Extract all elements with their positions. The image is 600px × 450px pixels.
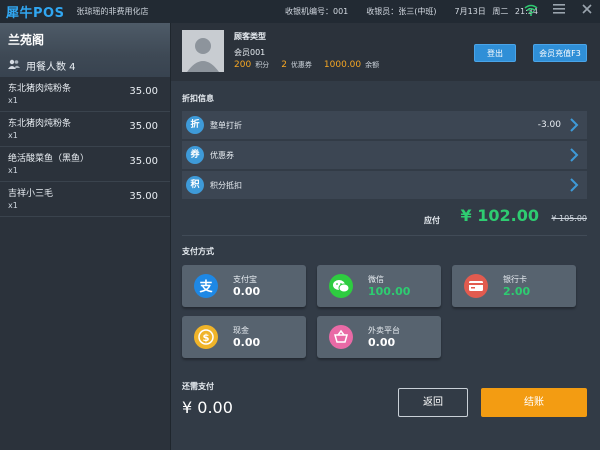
order-item-qty: x1	[8, 166, 18, 175]
points-icon: 积	[186, 176, 204, 194]
discount-row-points[interactable]: 积 积分抵扣	[182, 171, 587, 199]
order-item-price: 35.00	[129, 121, 158, 132]
order-panel: 兰苑阁 用餐人数 4 东北猪肉炖粉条 x1 35.00 东北猪肉炖粉条 x1 3…	[0, 23, 171, 450]
payment-amount: 0.00	[368, 336, 396, 349]
back-button[interactable]: 返回	[398, 388, 468, 417]
discount-label: 优惠券	[210, 150, 234, 160]
points-label: 积分	[255, 61, 270, 69]
balance-label: 余额	[365, 61, 380, 69]
amount-due-label: 应付	[424, 216, 440, 225]
top-info: 收银机编号：001 收银员：张三(中班) 7月13日 周二 21:34	[285, 6, 538, 17]
discount-label: 整单打折	[210, 120, 242, 130]
order-item[interactable]: 吉祥小三毛 x1 35.00	[0, 182, 170, 217]
payment-amount: 0.00	[233, 336, 261, 349]
terminal-number: 收银机编号：001	[285, 7, 349, 16]
order-item-qty: x1	[8, 131, 18, 140]
store-name: 张琼瑶的非费用化店	[76, 7, 149, 16]
checkout-button[interactable]: 结账	[481, 388, 587, 417]
customer-type: 顾客类型	[234, 32, 266, 41]
payment-wechat[interactable]: 微信 100.00	[317, 265, 441, 307]
avatar	[182, 30, 224, 72]
payment-delivery-platform[interactable]: 外卖平台 0.00	[317, 316, 441, 358]
top-bar: 犀牛POS 张琼瑶的非费用化店 收银机编号：001 收银员：张三(中班) 7月1…	[0, 0, 600, 23]
table-name: 兰苑阁	[8, 33, 45, 47]
logout-button[interactable]: 登出	[474, 44, 516, 62]
order-item[interactable]: 东北猪肉炖粉条 x1 35.00	[0, 77, 170, 112]
chevron-right-icon	[570, 178, 579, 192]
payment-name: 支付宝	[233, 275, 257, 284]
amount-due-value: ¥ 102.00	[460, 206, 539, 225]
order-item-price: 35.00	[129, 86, 158, 97]
svg-text:支: 支	[198, 279, 213, 295]
delivery-platform-icon	[329, 325, 353, 349]
payment-name: 现金	[233, 326, 249, 335]
payment-name: 银行卡	[503, 275, 527, 284]
order-item[interactable]: 东北猪肉炖粉条 x1 35.00	[0, 112, 170, 147]
wechat-icon	[329, 274, 353, 298]
order-item-price: 35.00	[129, 156, 158, 167]
alipay-icon: 支	[194, 274, 218, 298]
points-value: 200	[234, 60, 252, 70]
payment-amount: 100.00	[368, 285, 411, 298]
payment-amount: 0.00	[233, 285, 261, 298]
wifi-icon	[524, 4, 538, 18]
remaining-amount: ¥ 0.00	[182, 398, 233, 417]
member-id: 会员001	[234, 48, 266, 57]
balance-value: 1000.00	[323, 60, 362, 70]
discount-value: -3.00	[537, 120, 561, 130]
date: 7月13日	[454, 7, 486, 16]
remaining-label: 还需支付	[182, 382, 214, 391]
bank-card-icon	[464, 274, 488, 298]
amount-due: 应付 ¥ 102.00 ¥ 105.00	[171, 205, 600, 232]
weekday: 周二	[492, 7, 509, 16]
payment-bank-card[interactable]: 银行卡 2.00	[452, 265, 576, 307]
divider	[182, 235, 587, 236]
guest-count-label: 用餐人数 4	[26, 62, 76, 73]
payment-amount: 2.00	[503, 285, 531, 298]
discount-label: 积分抵扣	[210, 180, 242, 190]
chevron-right-icon	[570, 148, 579, 162]
member-recharge-button[interactable]: 会员充值F3	[533, 44, 587, 62]
payment-name: 外卖平台	[368, 326, 400, 335]
customer-card: 顾客类型 会员001 200 积分 2 优惠券 1000.00 余额 登出 会员…	[171, 23, 600, 81]
svg-text:$: $	[203, 333, 210, 344]
discount-row-coupon[interactable]: 券 优惠券	[182, 141, 587, 169]
order-item-price: 35.00	[129, 191, 158, 202]
coupons-value: 2	[281, 60, 287, 70]
chevron-right-icon	[570, 118, 579, 132]
cashier-name: 收银员：张三(中班)	[366, 7, 437, 16]
brand-logo: 犀牛POS	[6, 6, 65, 21]
discount-title: 折扣信息	[182, 94, 214, 103]
order-item-qty: x1	[8, 201, 18, 210]
discount-list: 折 整单打折 -3.00 券 优惠券 积 积分抵扣	[182, 111, 587, 201]
payment-name: 微信	[368, 275, 384, 284]
users-icon	[8, 59, 20, 72]
payment-title: 支付方式	[182, 247, 214, 256]
member-stats: 200 积分 2 优惠券 1000.00 余额	[234, 60, 391, 70]
cash-icon: $	[194, 325, 218, 349]
menu-icon[interactable]	[552, 4, 566, 18]
coupon-icon: 券	[186, 146, 204, 164]
order-item[interactable]: 绝活酸菜鱼（黑鱼） x1 35.00	[0, 147, 170, 182]
payment-cash[interactable]: $ 现金 0.00	[182, 316, 306, 358]
discount-icon: 折	[186, 116, 204, 134]
close-icon[interactable]	[580, 4, 594, 18]
coupons-label: 优惠券	[290, 61, 312, 69]
discount-row-whole-order[interactable]: 折 整单打折 -3.00	[182, 111, 587, 139]
payment-alipay[interactable]: 支 支付宝 0.00	[182, 265, 306, 307]
table-header: 兰苑阁 用餐人数 4	[0, 23, 170, 77]
order-item-qty: x1	[8, 96, 18, 105]
guest-count: 用餐人数 4	[8, 58, 162, 73]
original-amount: ¥ 105.00	[551, 214, 587, 223]
checkout-panel: 顾客类型 会员001 200 积分 2 优惠券 1000.00 余额 登出 会员…	[171, 23, 600, 450]
